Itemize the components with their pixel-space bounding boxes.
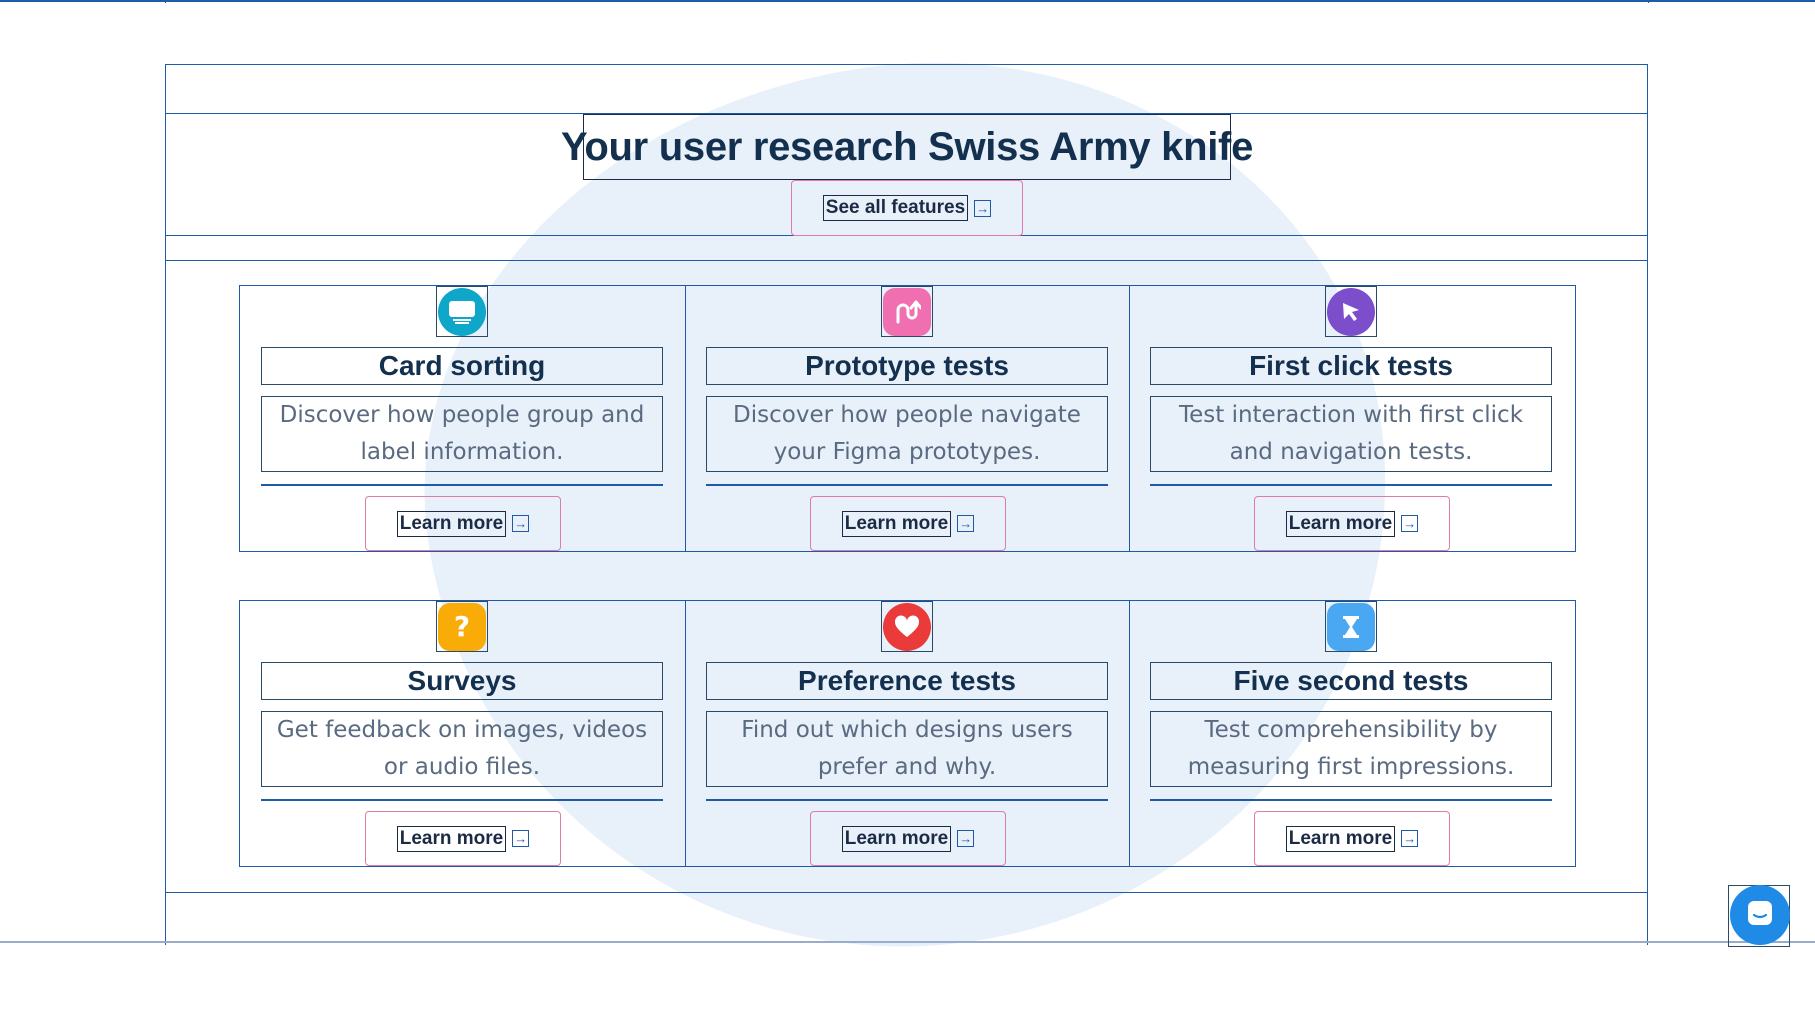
learn-more-label: Learn more	[1285, 825, 1396, 852]
card-divider	[706, 484, 1108, 486]
cursor-icon	[1325, 286, 1377, 337]
feature-title: Surveys	[261, 662, 663, 700]
arrow-right-icon: →	[974, 199, 992, 217]
feature-card-preference-tests: Preference tests Find out which designs …	[685, 601, 1130, 866]
feature-row: ? Surveys Get feedback on images, videos…	[239, 600, 1576, 867]
feature-title: Card sorting	[261, 347, 663, 385]
learn-more-first-click-tests-button[interactable]: Learn more →	[1254, 496, 1450, 551]
learn-more-label: Learn more	[396, 510, 507, 537]
feature-description: Test interaction with first click and na…	[1150, 396, 1552, 472]
top-border	[0, 0, 1815, 2]
card-divider	[1150, 484, 1552, 486]
see-all-features-label: See all features	[822, 195, 969, 221]
feature-card-card-sorting: Card sorting Discover how people group a…	[240, 286, 685, 551]
learn-more-five-second-tests-button[interactable]: Learn more →	[1254, 811, 1450, 866]
feature-description: Discover how people group and label info…	[261, 396, 663, 472]
arrow-right-icon: →	[1401, 830, 1419, 847]
column-guide	[1648, 0, 1649, 3]
learn-more-label: Learn more	[841, 510, 952, 537]
learn-more-prototype-tests-button[interactable]: Learn more →	[810, 496, 1006, 551]
arrow-right-icon: →	[957, 515, 975, 532]
prototype-icon	[881, 286, 933, 337]
card-divider	[261, 799, 663, 801]
card-divider	[706, 799, 1108, 801]
learn-more-surveys-button[interactable]: Learn more →	[365, 811, 561, 866]
learn-more-label: Learn more	[1285, 510, 1396, 537]
learn-more-card-sorting-button[interactable]: Learn more →	[365, 496, 561, 551]
card-divider	[261, 484, 663, 486]
learn-more-preference-tests-button[interactable]: Learn more →	[810, 811, 1006, 866]
feature-title: First click tests	[1150, 347, 1552, 385]
hourglass-icon	[1325, 601, 1377, 652]
chat-launcher-button[interactable]	[1730, 885, 1790, 945]
arrow-right-icon: →	[512, 515, 530, 532]
card-divider	[1150, 799, 1552, 801]
heart-icon	[881, 601, 933, 652]
feature-title: Prototype tests	[706, 347, 1108, 385]
question-icon: ?	[436, 601, 488, 652]
feature-card-five-second-tests: Five second tests Test comprehensibility…	[1129, 601, 1574, 866]
page-title: Your user research Swiss Army knife	[561, 114, 1253, 180]
section-divider	[165, 260, 1648, 261]
feature-card-first-click-tests: First click tests Test interaction with …	[1129, 286, 1574, 551]
feature-row: Card sorting Discover how people group a…	[239, 285, 1576, 552]
learn-more-label: Learn more	[841, 825, 952, 852]
feature-card-surveys: ? Surveys Get feedback on images, videos…	[240, 601, 685, 866]
feature-title: Preference tests	[706, 662, 1108, 700]
arrow-right-icon: →	[512, 830, 530, 847]
see-all-features-button[interactable]: See all features →	[791, 180, 1023, 236]
card-sorting-icon	[436, 286, 488, 337]
arrow-right-icon: →	[1401, 515, 1419, 532]
bottom-border	[0, 941, 1815, 943]
feature-card-prototype-tests: Prototype tests Discover how people navi…	[685, 286, 1130, 551]
arrow-right-icon: →	[957, 830, 975, 847]
feature-description: Get feedback on images, videos or audio …	[261, 711, 663, 787]
learn-more-label: Learn more	[396, 825, 507, 852]
feature-description: Test comprehensibility by measuring firs…	[1150, 711, 1552, 787]
chat-icon	[1745, 898, 1775, 933]
feature-description: Find out which designs users prefer and …	[706, 711, 1108, 787]
feature-title: Five second tests	[1150, 662, 1552, 700]
feature-description: Discover how people navigate your Figma …	[706, 396, 1108, 472]
column-guide	[165, 0, 166, 3]
section-divider	[165, 892, 1648, 893]
